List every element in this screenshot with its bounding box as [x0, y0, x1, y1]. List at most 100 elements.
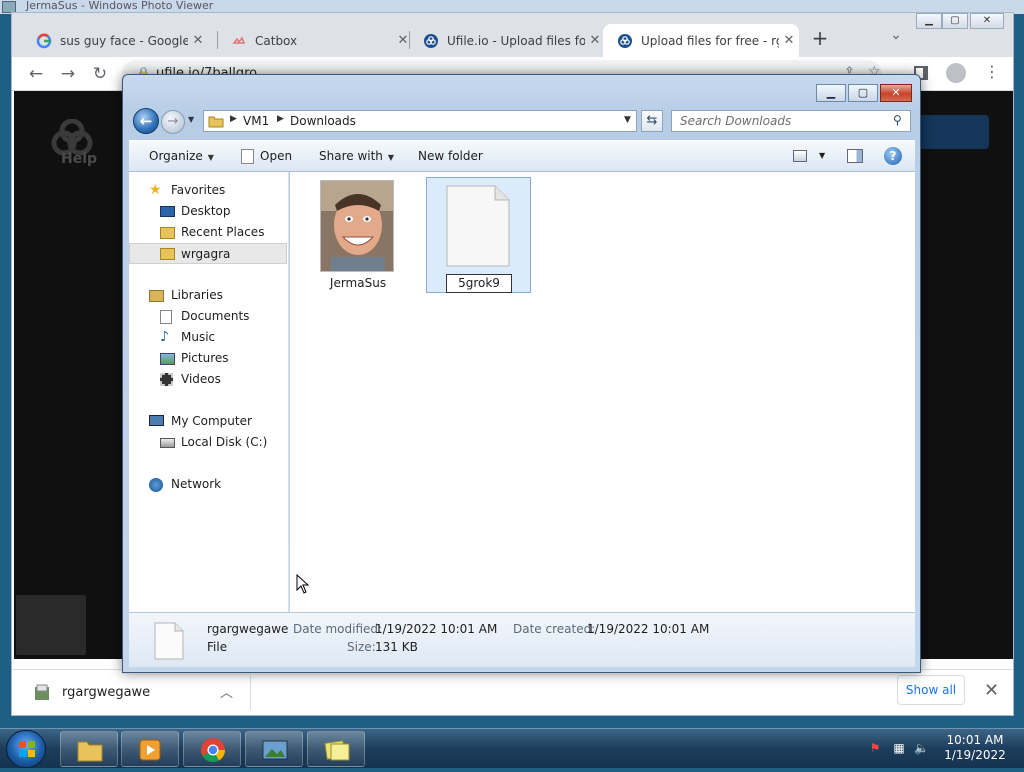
file-item-renaming[interactable]: 5grok9	[426, 177, 531, 293]
divider	[250, 676, 251, 710]
back-arrow-icon[interactable]: ←	[24, 62, 48, 86]
dropdown-arrow-icon: ▼	[387, 153, 395, 162]
image-thumbnail	[320, 180, 394, 272]
details-pane: rgargwegawe File Date modified: 1/19/202…	[129, 612, 915, 667]
tab-google-search[interactable]: sus guy face - Google Se ✕	[22, 24, 208, 57]
breadcrumb-downloads[interactable]: Downloads	[290, 114, 356, 128]
taskbar-explorer[interactable]	[60, 731, 118, 767]
ufile-icon	[424, 33, 438, 48]
clock-date: 1/19/2022	[944, 748, 1006, 762]
tab-upload-files-active[interactable]: Upload files for free - rg ✕	[603, 24, 799, 57]
chrome-close-button[interactable]: ✕	[970, 13, 1004, 29]
breadcrumb-separator-icon[interactable]: ▶	[230, 114, 237, 124]
explorer-dialog: ▁ ▢ ✕ ← → ▼ ▶ VM1 ▶ Downloads ▼ ⇆ Search…	[122, 74, 921, 673]
catbox-icon	[232, 35, 246, 44]
nav-label: Documents	[181, 309, 250, 323]
close-tab-icon[interactable]: ✕	[188, 33, 208, 48]
nav-documents[interactable]: Documents	[129, 306, 287, 327]
nav-label: wrgagra	[181, 247, 231, 261]
breadcrumb-separator-icon[interactable]: ▶	[277, 114, 284, 124]
start-button[interactable]	[6, 730, 46, 768]
new-tab-button[interactable]: +	[808, 27, 832, 51]
share-with-label: Share with	[319, 149, 383, 163]
refresh-icon[interactable]: ⇆	[641, 110, 663, 132]
download-file-name[interactable]: rgargwegawe	[62, 685, 150, 700]
documents-icon	[160, 310, 172, 324]
dropdown-arrow-icon: ▼	[207, 153, 214, 162]
menu-kebab-icon[interactable]: ⋮	[984, 62, 1000, 81]
taskbar: ⚑ ▦ 🔈 10:01 AM 1/19/2022	[0, 728, 1024, 768]
recaptcha-badge	[16, 595, 86, 655]
nav-my-computer[interactable]: My Computer	[129, 411, 287, 432]
show-all-button[interactable]: Show all	[897, 675, 965, 705]
nav-recent-places[interactable]: Recent Places	[129, 222, 287, 243]
videos-icon	[160, 373, 173, 386]
volume-icon[interactable]: 🔈	[914, 741, 929, 755]
close-tab-icon[interactable]: ✕	[585, 33, 605, 48]
clock-time: 10:01 AM	[946, 733, 1004, 747]
search-icon[interactable]: ⚲	[893, 113, 902, 127]
close-tab-icon[interactable]: ✕	[779, 33, 799, 48]
folder-icon	[77, 741, 103, 762]
open-file-icon	[241, 149, 254, 164]
nav-favorites[interactable]: ★ Favorites	[129, 180, 287, 201]
open-button[interactable]: Open	[260, 149, 292, 163]
action-center-icon[interactable]: ⚑	[868, 741, 882, 755]
taskbar-photo-viewer[interactable]	[245, 731, 303, 767]
details-date-created-label: Date created:	[513, 622, 596, 636]
file-item-jermasus[interactable]: JermaSus	[318, 180, 398, 290]
close-download-bar-icon[interactable]: ✕	[984, 680, 999, 701]
details-date-created: 1/19/2022 10:01 AM	[587, 622, 710, 636]
chrome-maximize-button[interactable]: ▢	[942, 13, 968, 29]
explorer-address-bar[interactable]: ▶ VM1 ▶ Downloads ▼	[203, 110, 637, 132]
clock[interactable]: 10:01 AM 1/19/2022	[930, 733, 1020, 763]
minimize-button[interactable]: ▁	[816, 84, 846, 102]
nav-local-disk[interactable]: Local Disk (C:)	[129, 432, 287, 453]
network-icon	[149, 478, 163, 492]
back-arrow-icon[interactable]: ←	[133, 108, 159, 134]
preview-pane-icon[interactable]	[847, 149, 863, 163]
details-file-type: File	[207, 640, 228, 654]
view-dropdown-icon[interactable]: ▼	[819, 151, 825, 160]
taskbar-chrome[interactable]	[183, 731, 241, 767]
search-input[interactable]: Search Downloads	[671, 110, 911, 132]
forward-arrow-icon[interactable]: →	[161, 110, 185, 134]
organize-button[interactable]: Organize ▼	[149, 149, 214, 163]
photo-viewer-title: JermaSus - Windows Photo Viewer	[26, 0, 214, 12]
help-link[interactable]: Help	[61, 151, 97, 167]
forward-arrow-icon[interactable]: →	[56, 62, 80, 86]
network-tray-icon[interactable]: ▦	[892, 741, 906, 755]
breadcrumb-vm1[interactable]: VM1	[243, 114, 269, 128]
google-icon	[36, 33, 52, 48]
recent-pages-chevron-icon[interactable]: ▼	[188, 115, 194, 124]
profile-avatar[interactable]	[946, 63, 966, 83]
taskbar-media-player[interactable]	[121, 731, 179, 767]
nav-wrgagra[interactable]: wrgagra	[129, 243, 287, 264]
nav-pictures[interactable]: Pictures	[129, 348, 287, 369]
rename-input[interactable]: 5grok9	[446, 274, 512, 293]
chrome-minimize-button[interactable]: ▁	[916, 13, 942, 29]
nav-libraries[interactable]: Libraries	[129, 285, 287, 306]
tab-ufile[interactable]: Ufile.io - Upload files for ✕	[409, 24, 605, 57]
nav-label: My Computer	[171, 414, 252, 428]
nav-label: Desktop	[181, 204, 231, 218]
tab-catbox[interactable]: Catbox ✕	[217, 24, 413, 57]
nav-desktop[interactable]: Desktop	[129, 201, 287, 222]
share-with-button[interactable]: Share with ▼	[319, 149, 394, 163]
nav-network[interactable]: Network	[129, 474, 287, 495]
chevron-up-icon[interactable]: ︿	[220, 682, 233, 701]
media-player-icon	[139, 739, 161, 761]
reload-icon[interactable]: ↻	[88, 62, 112, 86]
change-view-icon[interactable]	[793, 150, 807, 162]
help-icon[interactable]: ?	[884, 147, 902, 165]
close-button[interactable]: ✕	[880, 84, 912, 102]
tab-label: Catbox	[255, 33, 298, 48]
new-folder-button[interactable]: New folder	[418, 149, 483, 163]
tab-search-chevron-icon[interactable]: ⌄	[886, 27, 906, 47]
address-dropdown-icon[interactable]: ▼	[624, 115, 631, 125]
maximize-button[interactable]: ▢	[848, 84, 878, 102]
chrome-icon	[201, 738, 225, 763]
nav-music[interactable]: ♪ Music	[129, 327, 287, 348]
taskbar-sticky-notes[interactable]	[307, 731, 365, 767]
nav-videos[interactable]: Videos	[129, 369, 287, 390]
